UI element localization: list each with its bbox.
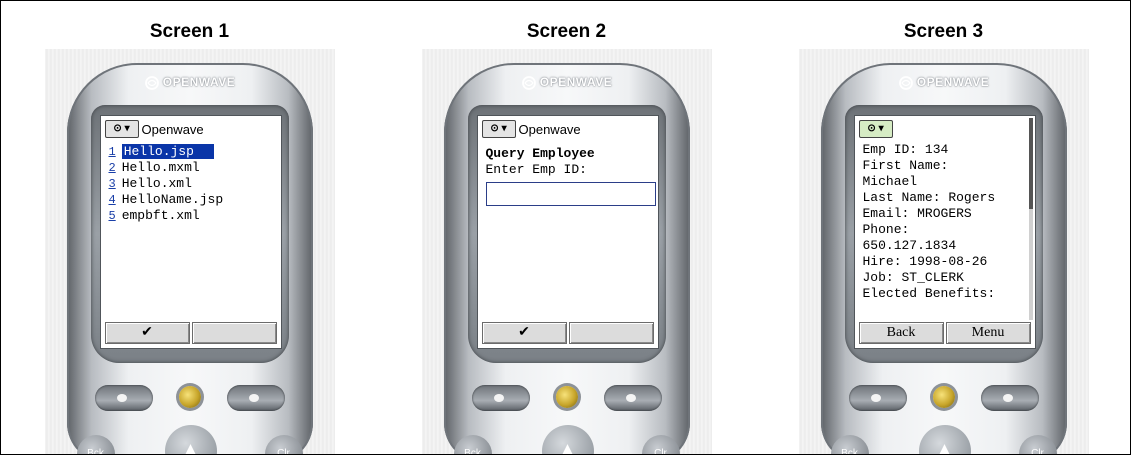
menu-item-number: 4 [108, 193, 116, 207]
menu-item-empbft-xml[interactable]: 5 empbft.xml [109, 208, 277, 224]
softkey-menu[interactable]: Menu [945, 322, 1031, 344]
browser-header: ⊙ ▾ Openwave [104, 120, 277, 138]
select-key[interactable] [555, 386, 578, 408]
back-key[interactable]: Bck [453, 435, 492, 454]
menu-item-number: 2 [108, 161, 116, 175]
scroll-thumb[interactable] [1028, 118, 1033, 209]
detail-line: Emp ID: 134 [862, 142, 949, 157]
detail-line: Michael [862, 174, 918, 189]
softkey-right[interactable] [568, 322, 654, 344]
select-key[interactable] [932, 386, 955, 408]
softkey-right[interactable] [191, 322, 277, 344]
detail-line: Hire: 1998-08-26 [862, 254, 988, 269]
softkey-bar: ✔ [104, 322, 277, 344]
nav-button-row [466, 381, 668, 417]
softkey-ok[interactable]: ✔ [481, 322, 567, 344]
detail-line: 650.127.1834 [862, 238, 957, 253]
menu-item-helloname-jsp[interactable]: 4 HelloName.jsp [109, 192, 277, 208]
back-key[interactable]: Bck [830, 435, 869, 454]
right-soft-button[interactable] [226, 385, 285, 411]
key-row: Bck ▲ Clr [452, 421, 682, 454]
softkey-ok[interactable]: ✔ [104, 322, 190, 344]
screen-bezel: ⊙ ▾ Openwave 1 Hello.jsp 2 Hello.mxml 3 Hell… [90, 105, 289, 363]
menu-item-label: empbft.xml [121, 208, 200, 223]
brand-logo: OPENWAVE [821, 75, 1067, 91]
brand-text: OPENWAVE [162, 75, 236, 90]
brand-logo: OPENWAVE [444, 75, 690, 91]
detail-line: Phone: [862, 222, 910, 237]
browser-title: Openwave [141, 121, 204, 137]
menu-item-number: 5 [108, 209, 116, 223]
phone-display: ⊙ ▾ Emp ID: 134 First Name: Michael Last… [853, 115, 1036, 349]
emp-id-input[interactable] [485, 182, 656, 206]
phone-display: ⊙ ▾ Openwave 1 Hello.jsp 2 Hello.mxml 3 Hell… [99, 115, 282, 349]
phone-device: OPENWAVE ⊙ ▾ Emp ID: 134 First Name: Mic… [820, 63, 1067, 454]
brand-text: OPENWAVE [539, 75, 613, 90]
browser-menu-button[interactable]: ⊙ ▾ [858, 120, 893, 138]
browser-title: Openwave [518, 121, 581, 137]
select-key[interactable] [178, 386, 201, 408]
softkey-bar: ✔ [481, 322, 654, 344]
phone-device: OPENWAVE ⊙ ▾ Openwave Query Employee Ente… [443, 63, 690, 454]
query-title: Query Employee [485, 146, 595, 161]
browser-header: ⊙ ▾ Openwave [481, 120, 654, 138]
left-soft-button[interactable] [471, 385, 530, 411]
screen-caption: Screen 2 [526, 21, 607, 42]
softkey-bar: Back Menu [858, 322, 1031, 344]
screen-3-column: Screen 3 OPENWAVE ⊙ ▾ Emp ID: 134 First … [755, 1, 1130, 454]
screen-bezel: ⊙ ▾ Emp ID: 134 First Name: Michael Last… [844, 105, 1043, 363]
scrollbar[interactable] [1028, 118, 1033, 320]
detail-line: Job: ST_CLERK [862, 270, 964, 285]
detail-line: Elected Benefits: [862, 286, 996, 301]
menu-item-label: Hello.jsp [121, 144, 214, 159]
right-soft-button[interactable] [603, 385, 662, 411]
browser-menu-button[interactable]: ⊙ ▾ [104, 120, 139, 138]
menu-item-label: Hello.mxml [121, 160, 200, 175]
screen-bezel: ⊙ ▾ Openwave Query Employee Enter Emp ID:… [467, 105, 666, 363]
openwave-logo-icon [144, 76, 159, 90]
screen-caption: Screen 3 [903, 21, 984, 42]
menu-item-hello-mxml[interactable]: 2 Hello.mxml [109, 160, 277, 176]
clear-key[interactable]: Clr [1018, 435, 1057, 454]
detail-line: Last Name: Rogers [862, 190, 996, 205]
employee-details: Emp ID: 134 First Name: Michael Last Nam… [863, 142, 1025, 318]
key-row: Bck ▲ Clr [75, 421, 305, 454]
softkey-back[interactable]: Back [858, 322, 944, 344]
up-arrow-key[interactable]: ▲ [918, 425, 971, 454]
left-soft-button[interactable] [94, 385, 153, 411]
right-soft-button[interactable] [980, 385, 1039, 411]
screen-caption: Screen 1 [149, 21, 230, 42]
browser-menu-button[interactable]: ⊙ ▾ [481, 120, 516, 138]
menu-item-hello-xml[interactable]: 3 Hello.xml [109, 176, 277, 192]
clear-key[interactable]: Clr [641, 435, 680, 454]
phone-display: ⊙ ▾ Openwave Query Employee Enter Emp ID:… [476, 115, 659, 349]
clear-key[interactable]: Clr [264, 435, 303, 454]
screen-1-column: Screen 1 OPENWAVE ⊙ ▾ Openwave 1 Hello.jsp… [1, 1, 378, 454]
menu-item-label: Hello.xml [121, 176, 192, 191]
nav-button-row [843, 381, 1045, 417]
brand-text: OPENWAVE [916, 75, 990, 90]
detail-line: Email: MROGERS [862, 206, 972, 221]
screen-2-column: Screen 2 OPENWAVE ⊙ ▾ Openwave Query Empl… [378, 1, 755, 454]
browser-header: ⊙ ▾ [858, 120, 1031, 138]
phone-device: OPENWAVE ⊙ ▾ Openwave 1 Hello.jsp 2 Hello.m… [66, 63, 313, 454]
emp-id-prompt: Enter Emp ID: [485, 162, 587, 177]
openwave-logo-icon [898, 76, 913, 90]
up-arrow-key[interactable]: ▲ [541, 425, 594, 454]
openwave-logo-icon [521, 76, 536, 90]
back-key[interactable]: Bck [76, 435, 115, 454]
left-soft-button[interactable] [848, 385, 907, 411]
menu-item-label: HelloName.jsp [121, 192, 224, 207]
menu-item-hello-jsp[interactable]: 1 Hello.jsp [109, 144, 277, 160]
menu-item-number: 3 [108, 177, 116, 191]
key-row: Bck ▲ Clr [829, 421, 1059, 454]
figure-frame: Screen 1 OPENWAVE ⊙ ▾ Openwave 1 Hello.jsp… [0, 0, 1131, 455]
up-arrow-key[interactable]: ▲ [164, 425, 217, 454]
file-menu-list: 1 Hello.jsp 2 Hello.mxml 3 Hello.xml 4 Hello… [109, 144, 277, 224]
brand-logo: OPENWAVE [67, 75, 313, 91]
menu-item-number: 1 [108, 145, 116, 159]
detail-line: First Name: [862, 158, 949, 173]
nav-button-row [89, 381, 291, 417]
